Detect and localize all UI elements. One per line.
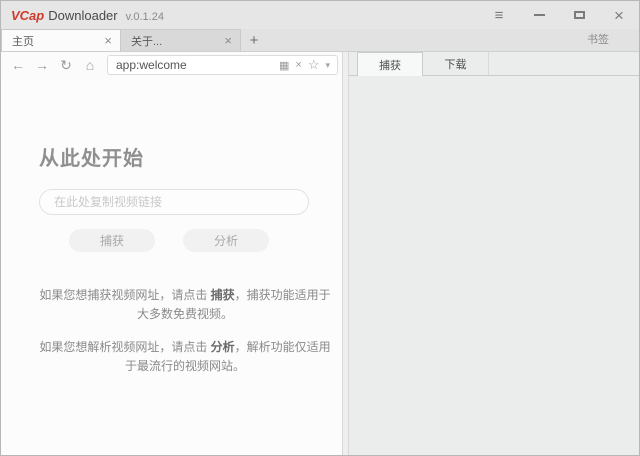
tab-about-close-icon[interactable]: × bbox=[222, 33, 234, 48]
menu-button[interactable]: ≡ bbox=[479, 1, 519, 29]
brand-logo: VCap bbox=[11, 7, 45, 23]
hamburger-menu-icon: ≡ bbox=[494, 6, 504, 24]
page-title: 从此处开始 bbox=[39, 148, 144, 170]
maximize-icon bbox=[573, 11, 585, 19]
titlebar: VCap Downloader v.0.1.24 ≡ × bbox=[1, 1, 639, 29]
app-version: v.0.1.24 bbox=[125, 10, 164, 23]
tab-home-close-icon[interactable]: × bbox=[102, 33, 114, 48]
main-area: ← → ↻ ⌂ ▦ × ☆ ▾ bbox=[1, 52, 639, 455]
clear-address-icon[interactable]: × bbox=[292, 59, 304, 71]
app-name: Downloader bbox=[48, 7, 118, 23]
analyze-keyword: 分析 bbox=[210, 340, 235, 354]
address-input[interactable] bbox=[116, 58, 276, 72]
back-button[interactable]: ← bbox=[7, 54, 29, 76]
home-icon: ⌂ bbox=[85, 57, 95, 73]
tab-home[interactable]: 主页 × bbox=[1, 29, 121, 51]
minimize-icon bbox=[533, 14, 545, 16]
capture-instruction-pre: 如果您想捕获视频网址，请点击 bbox=[39, 288, 211, 302]
browser-tabstrip: 主页 × 关于... × + 书签 bbox=[1, 29, 639, 52]
dropdown-arrow-icon[interactable]: ▾ bbox=[322, 60, 333, 71]
reload-icon: ↻ bbox=[60, 56, 72, 73]
tab-about[interactable]: 关于... × bbox=[121, 29, 241, 51]
home-button[interactable]: ⌂ bbox=[79, 54, 101, 76]
video-link-input[interactable] bbox=[39, 189, 309, 215]
capture-keyword: 捕获 bbox=[210, 288, 235, 302]
tab-download[interactable]: 下载 bbox=[423, 52, 489, 75]
forward-button[interactable]: → bbox=[31, 54, 53, 76]
window-title: VCap Downloader v.0.1.24 bbox=[11, 8, 164, 23]
app-window: VCap Downloader v.0.1.24 ≡ × 主页 × 关于... bbox=[0, 0, 640, 456]
minimize-button[interactable] bbox=[519, 1, 559, 29]
bookmarks-button[interactable]: 书签 bbox=[587, 31, 639, 51]
tab-home-label: 主页 bbox=[12, 35, 34, 48]
analyze-instruction-pre: 如果您想解析视频网址，请点击 bbox=[39, 340, 211, 354]
side-panel-tabs: 捕获 下载 bbox=[349, 52, 639, 76]
side-panel: 捕获 下载 bbox=[349, 52, 639, 455]
close-button[interactable]: × bbox=[599, 1, 639, 29]
analyze-instruction: 如果您想解析视频网址，请点击 分析，解析功能仅适用于最流行的视频网站。 bbox=[39, 338, 331, 376]
window-controls: ≡ × bbox=[479, 1, 639, 29]
back-icon: ← bbox=[11, 57, 25, 73]
analyze-button[interactable]: 分析 bbox=[183, 229, 269, 252]
new-tab-button[interactable]: + bbox=[241, 29, 267, 51]
capture-list-panel bbox=[349, 76, 639, 455]
address-bar[interactable]: ▦ × ☆ ▾ bbox=[107, 55, 338, 75]
capture-button[interactable]: 捕获 bbox=[69, 229, 155, 252]
navigation-bar: ← → ↻ ⌂ ▦ × ☆ ▾ bbox=[1, 52, 342, 78]
tab-about-label: 关于... bbox=[131, 35, 163, 48]
capture-instruction: 如果您想捕获视频网址，请点击 捕获，捕获功能适用于大多数免费视频。 bbox=[39, 286, 331, 324]
instructions: 如果您想捕获视频网址，请点击 捕获，捕获功能适用于大多数免费视频。 如果您想解析… bbox=[39, 286, 331, 376]
browser-pane: ← → ↻ ⌂ ▦ × ☆ ▾ bbox=[1, 52, 342, 455]
welcome-page: 从此处开始 捕获 分析 如果您想捕获视频网址，请点击 捕获，捕获功能适用于大多数… bbox=[1, 78, 342, 455]
pane-divider[interactable] bbox=[342, 52, 349, 455]
forward-icon: → bbox=[35, 57, 49, 73]
tab-capture[interactable]: 捕获 bbox=[357, 52, 423, 76]
reload-button[interactable]: ↻ bbox=[55, 54, 77, 76]
scan-icon[interactable]: ▦ bbox=[276, 59, 292, 72]
bookmark-star-icon[interactable]: ☆ bbox=[305, 57, 323, 73]
maximize-button[interactable] bbox=[559, 1, 599, 29]
action-buttons: 捕获 分析 bbox=[39, 229, 310, 252]
close-icon: × bbox=[614, 5, 624, 25]
